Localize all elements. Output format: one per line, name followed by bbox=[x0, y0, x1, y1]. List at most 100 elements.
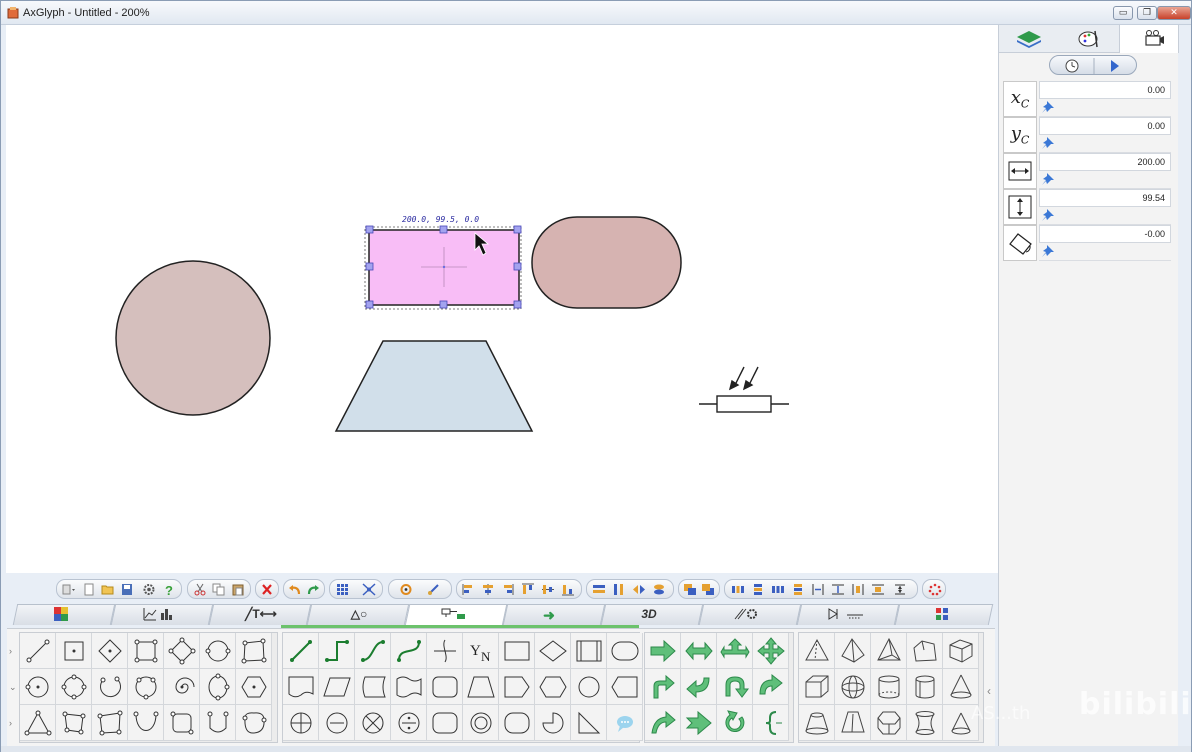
palette-rounded-box[interactable] bbox=[427, 705, 463, 741]
palette-arrow-tri[interactable] bbox=[717, 633, 753, 669]
palette-cylinder-solid[interactable] bbox=[907, 669, 943, 705]
yc-value-field[interactable]: 0.00 bbox=[1039, 117, 1171, 135]
palette-minus-circle[interactable] bbox=[319, 705, 355, 741]
palette-pyramid[interactable] bbox=[835, 633, 871, 669]
palette-prism-frustum[interactable] bbox=[835, 705, 871, 741]
timer-icon[interactable] bbox=[1065, 59, 1079, 73]
palette-curved-connector[interactable] bbox=[355, 633, 391, 669]
paste-icon[interactable] bbox=[231, 583, 245, 596]
palette-off-page[interactable] bbox=[499, 669, 535, 705]
height-value-field[interactable]: 99.54 bbox=[1039, 189, 1171, 207]
palette-arrow-chevron[interactable] bbox=[681, 705, 717, 741]
palette-callout-bubble[interactable] bbox=[607, 705, 643, 741]
palette-scroll-left-icon[interactable]: ‹ bbox=[987, 684, 991, 698]
palette-arrow-u-turn[interactable] bbox=[717, 669, 753, 705]
palette-arrow-arc[interactable] bbox=[645, 705, 681, 741]
distribute-icon[interactable] bbox=[731, 583, 745, 596]
pin-icon[interactable] bbox=[1041, 136, 1055, 150]
circle-shape[interactable] bbox=[115, 260, 271, 416]
flip-v-icon[interactable] bbox=[652, 583, 666, 596]
rotation-value-field[interactable]: -0.00 bbox=[1039, 225, 1171, 243]
align-right-icon[interactable] bbox=[501, 583, 515, 596]
same-size-icon[interactable] bbox=[893, 583, 907, 596]
palette-arrow-circular[interactable] bbox=[717, 705, 753, 741]
palette-arrow-double[interactable] bbox=[681, 633, 717, 669]
align-middle-icon[interactable] bbox=[541, 583, 555, 596]
more-icon[interactable] bbox=[928, 583, 942, 596]
palette-yn-decision[interactable]: YN bbox=[463, 633, 499, 669]
palette-or-circle[interactable] bbox=[355, 705, 391, 741]
palette-divide-circle[interactable] bbox=[391, 705, 427, 741]
palette-terminator[interactable] bbox=[607, 633, 643, 669]
palette-display[interactable] bbox=[607, 669, 643, 705]
save-icon[interactable] bbox=[120, 583, 134, 596]
grid-icon[interactable] bbox=[336, 583, 350, 596]
space-v-icon[interactable] bbox=[791, 583, 805, 596]
list-icon[interactable] bbox=[62, 583, 76, 596]
palette-prism-house[interactable] bbox=[907, 633, 943, 669]
flip-h-icon[interactable] bbox=[632, 583, 646, 596]
palette-u-shape[interactable] bbox=[200, 705, 236, 741]
palette-s-connector[interactable] bbox=[391, 633, 427, 669]
tab-camera[interactable] bbox=[1119, 25, 1179, 53]
palette-decision-diamond[interactable] bbox=[535, 633, 571, 669]
play-icon[interactable] bbox=[1111, 60, 1119, 72]
palette-soft-rect[interactable] bbox=[499, 705, 535, 741]
palette-cube[interactable] bbox=[799, 669, 835, 705]
palette-pie-shape[interactable] bbox=[535, 705, 571, 741]
pin-icon[interactable] bbox=[1041, 208, 1055, 222]
palette-hex-prism[interactable] bbox=[871, 705, 907, 741]
same-height-icon[interactable] bbox=[612, 583, 626, 596]
pin-icon[interactable] bbox=[1041, 244, 1055, 258]
drawing-canvas[interactable]: 200.0, 99.5, 0.0 bbox=[6, 25, 998, 573]
distribute-v-icon[interactable] bbox=[751, 583, 765, 596]
palette-process-box[interactable] bbox=[499, 633, 535, 669]
palette-double-circle[interactable] bbox=[463, 705, 499, 741]
minimize-button[interactable]: ▭ bbox=[1113, 6, 1133, 20]
space2-icon[interactable] bbox=[831, 583, 845, 596]
space4-icon[interactable] bbox=[871, 583, 885, 596]
cut-icon[interactable] bbox=[193, 583, 207, 596]
align-bottom-icon[interactable] bbox=[561, 583, 575, 596]
photoresistor-symbol[interactable] bbox=[699, 366, 789, 413]
palette-tetrahedron[interactable] bbox=[871, 633, 907, 669]
palette-right-triangle[interactable] bbox=[571, 705, 607, 741]
palette-cylinder[interactable] bbox=[871, 669, 907, 705]
maximize-button[interactable]: ❐ bbox=[1137, 6, 1157, 20]
xc-value-field[interactable]: 0.00 bbox=[1039, 81, 1171, 99]
palette-line-nodes[interactable] bbox=[20, 633, 56, 669]
palette-cone[interactable] bbox=[943, 669, 979, 705]
palette-manual-op[interactable] bbox=[463, 669, 499, 705]
palette-crossover[interactable] bbox=[427, 633, 463, 669]
palette-diamond-node[interactable] bbox=[92, 633, 128, 669]
close-button[interactable]: ✕ bbox=[1157, 6, 1191, 20]
palette-stored-data[interactable] bbox=[355, 669, 391, 705]
space-icon[interactable] bbox=[771, 583, 785, 596]
front-icon[interactable] bbox=[683, 583, 697, 596]
width-value-field[interactable]: 200.00 bbox=[1039, 153, 1171, 171]
palette-arrow-curve-left[interactable] bbox=[681, 669, 717, 705]
palette-document[interactable] bbox=[283, 669, 319, 705]
palette-green-line[interactable] bbox=[283, 633, 319, 669]
palette-rounded-rect[interactable] bbox=[427, 669, 463, 705]
delete-icon[interactable] bbox=[260, 583, 274, 596]
trapezoid-shape[interactable] bbox=[334, 340, 534, 432]
palette-triangle-nodes[interactable] bbox=[20, 705, 56, 741]
palette-connector-circle[interactable] bbox=[571, 669, 607, 705]
palette-arrow-right[interactable] bbox=[645, 633, 681, 669]
palette-arc-nodes[interactable] bbox=[92, 669, 128, 705]
palette-quad-nodes[interactable] bbox=[56, 705, 92, 741]
palette-circle-center[interactable] bbox=[20, 669, 56, 705]
palette-circle-3[interactable] bbox=[128, 669, 164, 705]
same-width-icon[interactable] bbox=[592, 583, 606, 596]
selected-rectangle-shape[interactable] bbox=[364, 225, 522, 310]
capsule-shape[interactable] bbox=[531, 216, 682, 309]
palette-blob-nodes[interactable] bbox=[236, 705, 272, 741]
palette-circle-4[interactable] bbox=[56, 669, 92, 705]
palette-summing-junction[interactable] bbox=[283, 705, 319, 741]
edit-node-icon[interactable] bbox=[427, 583, 441, 596]
copy-icon[interactable] bbox=[212, 583, 226, 596]
align-left-icon[interactable] bbox=[461, 583, 475, 596]
palette-square-corners[interactable] bbox=[128, 633, 164, 669]
align-top-icon[interactable] bbox=[521, 583, 535, 596]
